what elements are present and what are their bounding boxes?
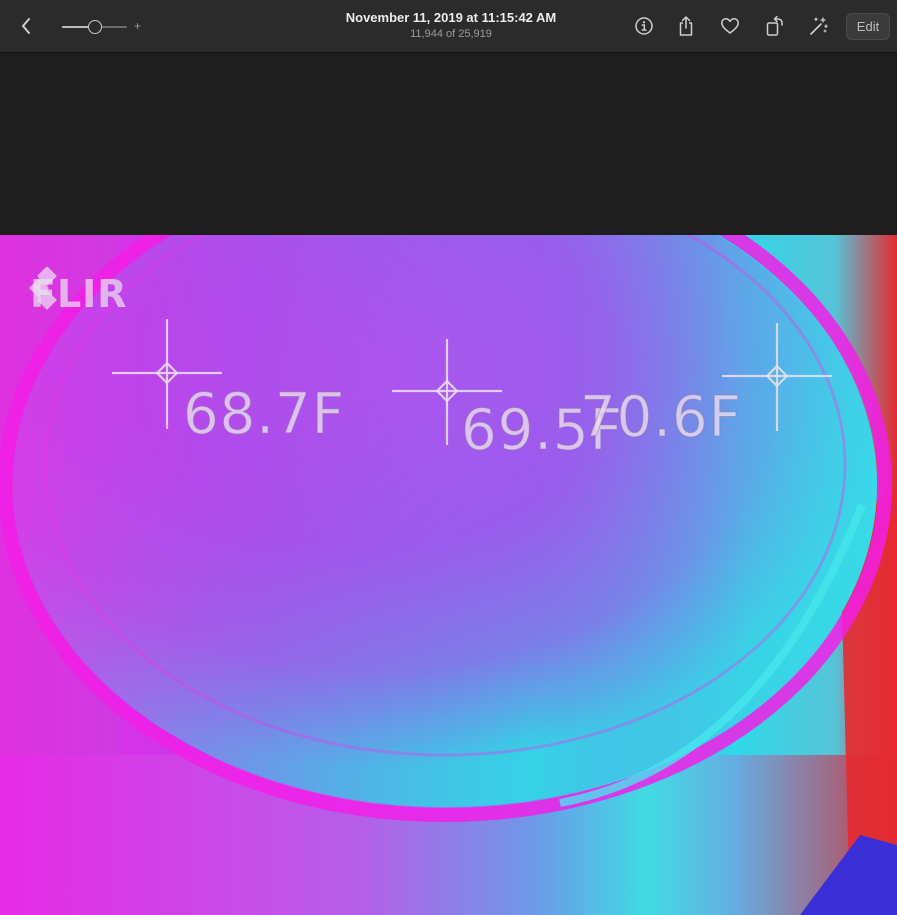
rotate-button[interactable] [764,15,786,37]
magic-wand-icon [810,17,828,35]
thermal-photo: FLIR 68.7F 69.5F 70.6F [0,235,897,915]
zoom-knob[interactable] [88,20,102,34]
info-icon [635,17,653,35]
auto-enhance-button[interactable] [808,15,830,37]
temperature-reading-1: 68.7F [183,382,345,447]
favorite-button[interactable] [719,15,741,37]
info-button[interactable] [633,15,655,37]
temperature-reading-3: 70.6F [580,385,742,450]
photo-info: November 11, 2019 at 11:15:42 AM 11,944 … [300,10,602,41]
back-chevron-icon [22,18,30,34]
photos-toolbar: + November 11, 2019 at 11:15:42 AM 11,94… [0,0,897,53]
flir-diamond-icon [29,267,57,310]
share-icon [679,16,693,36]
photo-count: 11,944 of 25,919 [410,28,492,40]
heart-icon [721,18,739,34]
back-button[interactable] [14,14,38,38]
share-button[interactable] [675,15,697,37]
zoom-in-label: + [134,19,142,33]
photo-date-title: November 11, 2019 at 11:15:42 AM [345,10,557,25]
rotate-icon [766,15,783,36]
thermal-image-background [0,235,897,915]
zoom-slider[interactable]: + [62,18,142,36]
flir-logo: FLIR [28,267,128,321]
edit-button[interactable]: Edit [846,13,890,40]
